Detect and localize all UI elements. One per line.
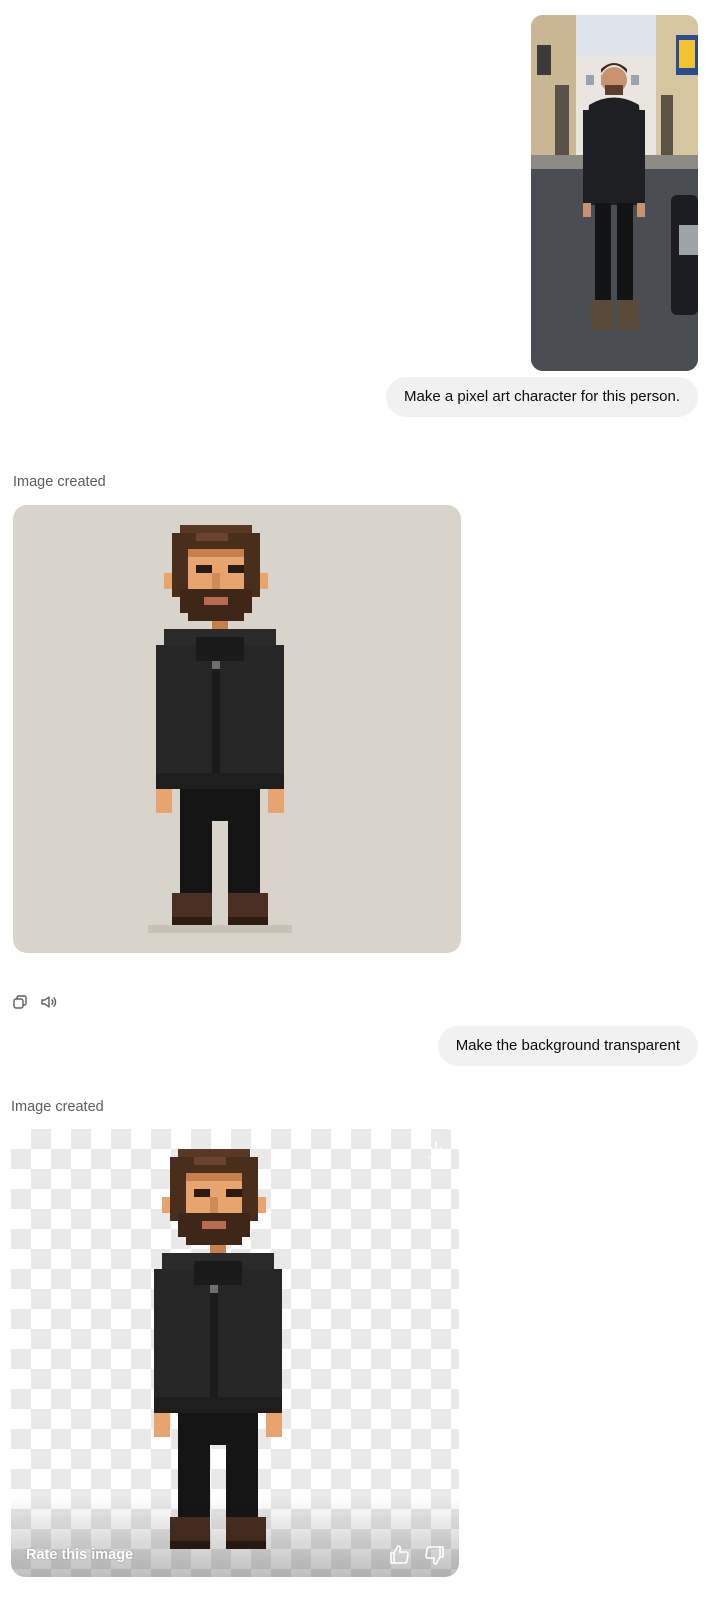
generated-image-transparent[interactable]: Rate this image bbox=[11, 1129, 459, 1577]
thumbs-up-button[interactable] bbox=[387, 1543, 411, 1567]
rate-image-label: Rate this image bbox=[26, 1547, 134, 1563]
pixel-character bbox=[154, 1149, 282, 1549]
download-icon bbox=[428, 1141, 444, 1158]
user-message-text: Make the background transparent bbox=[455, 1037, 680, 1054]
download-button[interactable] bbox=[425, 1139, 447, 1161]
copy-button[interactable] bbox=[10, 992, 30, 1012]
pixel-character bbox=[148, 525, 292, 933]
thumbs-up-icon bbox=[390, 1545, 409, 1564]
thumbs-down-icon bbox=[425, 1546, 444, 1565]
image-created-label: Image created bbox=[13, 474, 106, 490]
copy-icon bbox=[13, 995, 27, 1009]
speaker-icon bbox=[41, 996, 57, 1008]
image-created-label: Image created bbox=[11, 1099, 104, 1115]
generated-image[interactable] bbox=[13, 505, 461, 953]
thumbs-down-button[interactable] bbox=[423, 1543, 447, 1567]
user-message-text: Make a pixel art character for this pers… bbox=[404, 388, 680, 405]
uploaded-photo[interactable] bbox=[531, 15, 698, 371]
user-message-bubble: Make the background transparent bbox=[437, 1026, 698, 1066]
user-message-bubble: Make a pixel art character for this pers… bbox=[386, 377, 698, 417]
read-aloud-button[interactable] bbox=[39, 992, 59, 1012]
